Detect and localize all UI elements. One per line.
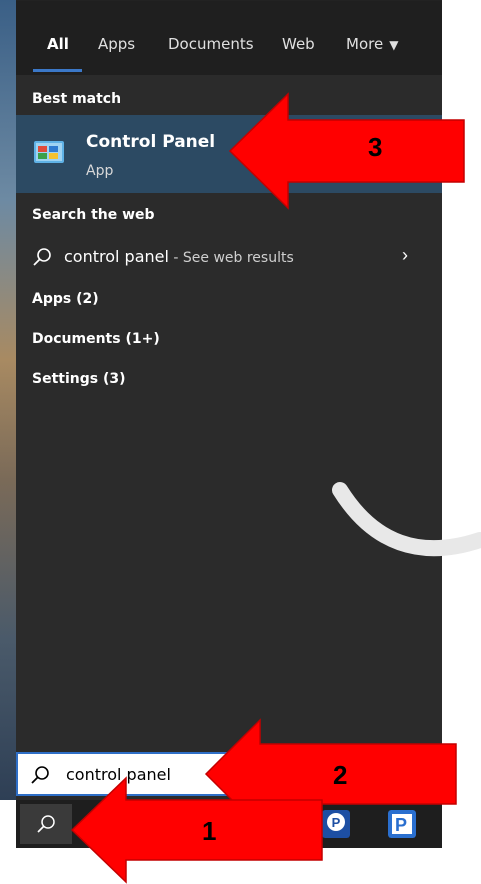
taskbar-search-button[interactable] xyxy=(20,804,72,844)
active-tab-indicator xyxy=(33,69,82,72)
web-query: control panel xyxy=(64,247,169,266)
annotation-1: 1 xyxy=(202,816,217,846)
watermark-arc xyxy=(332,482,481,557)
result-title: Control Panel xyxy=(86,132,216,152)
web-results-suffix: - See web results xyxy=(168,250,294,266)
arrow-3-icon xyxy=(228,92,465,210)
chevron-down-icon: ▼ xyxy=(389,38,399,52)
tab-web[interactable]: Web xyxy=(282,35,315,53)
search-web-heading: Search the web xyxy=(32,207,155,223)
annotation-3: 3 xyxy=(368,132,383,162)
control-panel-icon xyxy=(34,141,64,163)
category-settings[interactable]: Settings (3) xyxy=(32,371,126,387)
search-icon xyxy=(31,766,49,784)
tab-documents[interactable]: Documents xyxy=(168,35,254,53)
tab-all[interactable]: All xyxy=(47,35,69,53)
tab-more[interactable]: More ▼ xyxy=(346,35,398,53)
tab-more-label: More xyxy=(346,35,384,53)
search-icon xyxy=(37,815,55,833)
search-icon xyxy=(33,248,51,266)
chevron-right-icon[interactable]: › xyxy=(402,245,408,266)
web-search-result[interactable]: control panel - See web results › xyxy=(16,237,442,277)
arrow-1-icon xyxy=(70,776,323,884)
tab-apps[interactable]: Apps xyxy=(98,35,135,53)
best-match-heading: Best match xyxy=(32,91,122,107)
search-tabs: All Apps Documents Web More ▼ xyxy=(16,1,442,75)
result-subtitle: App xyxy=(86,163,114,179)
annotation-2: 2 xyxy=(333,760,348,790)
category-apps[interactable]: Apps (2) xyxy=(32,291,99,307)
category-documents[interactable]: Documents (1+) xyxy=(32,331,160,347)
web-query-text: control panel - See web results xyxy=(64,247,294,266)
